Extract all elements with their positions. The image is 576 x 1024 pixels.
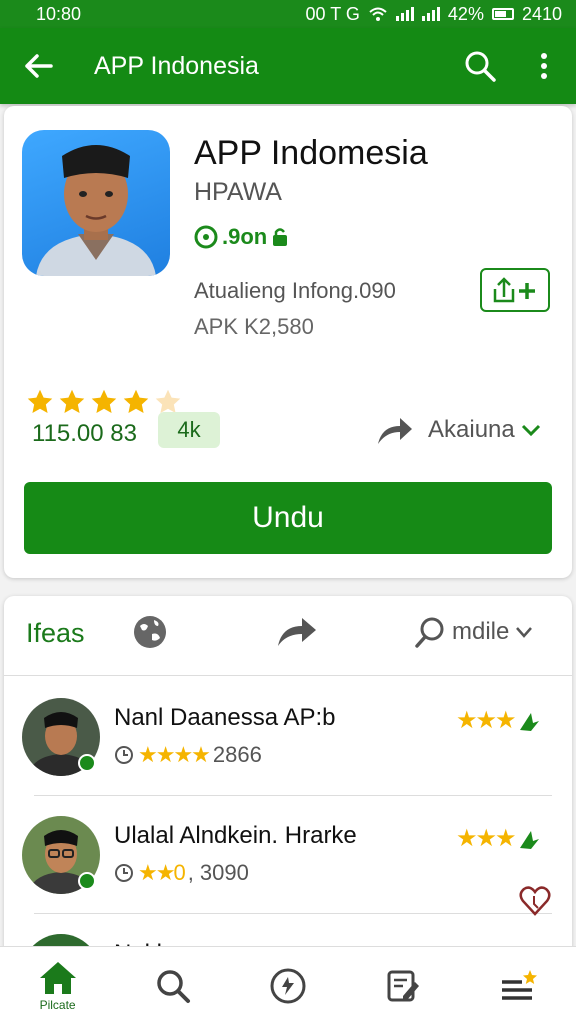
nav-search[interactable]: [115, 947, 230, 1024]
clock-icon: [115, 746, 133, 764]
edit-note-icon: [387, 970, 420, 1001]
network-indicators: 00 T G: [305, 3, 360, 24]
status-bar: 10:80 00 T G 42% 2410: [0, 0, 576, 28]
battery-percent: 42%: [447, 3, 484, 24]
reviewer-name: Ulalal Alndkein. Hrarke: [114, 822, 357, 849]
add-shortcut-button[interactable]: [480, 268, 550, 312]
globe-icon[interactable]: [132, 614, 168, 650]
downloads-pill: 4k: [158, 412, 220, 448]
menu-star-icon: [502, 969, 538, 1000]
person-portrait-icon: [36, 145, 156, 276]
review-count: , 3090: [187, 860, 249, 885]
battery-icon: [491, 8, 514, 20]
app-icon: [22, 130, 170, 276]
home-icon: [39, 961, 76, 994]
online-badge: [78, 872, 96, 890]
star-full-icon: [27, 389, 53, 413]
nav-home-label: Pilcate: [39, 997, 76, 1012]
back-button[interactable]: [0, 28, 76, 104]
rating-summary: 115.00 83: [32, 420, 137, 448]
more-dropdown[interactable]: Akaiuna: [428, 416, 541, 444]
status-extra: 2410: [521, 3, 562, 24]
clock-icon: [115, 864, 133, 882]
star-full-icon: [59, 389, 85, 413]
reviews-title[interactable]: Ifeas: [26, 618, 85, 649]
search-icon: [157, 969, 190, 1003]
share-icon[interactable]: [374, 412, 414, 448]
review-stars: ★★★: [456, 706, 541, 735]
online-badge: [78, 754, 96, 772]
nav-updates[interactable]: [230, 947, 345, 1024]
reviewer-name: Nanl Daanessa AP:b: [114, 704, 336, 731]
chevron-down-icon: [516, 627, 533, 638]
sort-label: mdile: [452, 618, 510, 645]
search-button[interactable]: [448, 28, 512, 104]
signal-icon-2: [421, 7, 440, 21]
app-name: APP Indomesia: [194, 134, 428, 172]
badge-text: .9on: [222, 224, 268, 249]
star-full-icon: [123, 389, 149, 413]
status-indicators: 00 T G 42% 2410: [306, 4, 562, 25]
thumb-up-icon[interactable]: [517, 709, 541, 733]
search-icon: [465, 51, 496, 82]
app-bar-title: APP Indonesia: [94, 51, 259, 80]
review-stars: ★★★: [456, 824, 541, 853]
install-button[interactable]: Undu: [24, 482, 552, 554]
share-plus-icon: [493, 277, 535, 303]
lock-icon: [273, 228, 288, 246]
more-vert-icon: [541, 53, 547, 79]
signal-icon: [395, 7, 414, 21]
overflow-menu-button[interactable]: [512, 28, 576, 104]
status-time: 10:80: [36, 3, 82, 24]
review-meta: ★★0 , 3090: [114, 860, 249, 886]
reviews-card: Ifeas mdile Nanl Daanessa AP:b ★★★★ 2866…: [4, 596, 572, 956]
arrow-left-icon: [25, 54, 53, 78]
developer-name[interactable]: HPAWA: [194, 178, 282, 207]
app-meta-info: Atualieng Infong.090: [194, 278, 396, 303]
review-stars-small: ★★0: [138, 860, 186, 885]
check-circle-icon: [194, 225, 218, 249]
star-full-icon: [91, 389, 117, 413]
review-item[interactable]: Ulalal Alndkein. Hrarke ★★0 , 3090 ★★★: [4, 796, 572, 914]
more-label-text: Akaiuna: [428, 416, 515, 443]
bottom-navigation: Pilcate: [0, 946, 576, 1024]
review-stars-small: ★★★★: [138, 742, 211, 767]
review-count: 2866: [212, 742, 262, 767]
nav-library[interactable]: [346, 947, 461, 1024]
heart-icon[interactable]: [518, 884, 552, 918]
app-badge: .9on: [194, 224, 289, 250]
rating-value: 115.00: [32, 420, 104, 447]
review-meta: ★★★★ 2866: [114, 742, 262, 768]
sort-filter[interactable]: mdile: [414, 616, 533, 648]
app-info-card: APP Indomesia HPAWA .9on Atualieng Infon…: [4, 106, 572, 578]
wifi-icon: [369, 7, 387, 21]
app-size: APK K2,580: [194, 314, 314, 339]
app-bar: APP Indonesia: [0, 28, 576, 104]
nav-menu[interactable]: [461, 947, 576, 1024]
rating-count: 83: [110, 420, 137, 447]
nav-home[interactable]: Pilcate: [0, 947, 115, 1024]
chevron-down-icon: [521, 424, 540, 437]
search-icon: [415, 617, 444, 648]
share-icon[interactable]: [274, 614, 318, 650]
update-circle-icon: [270, 968, 306, 1003]
thumb-up-icon[interactable]: [517, 827, 541, 851]
rating-stars: [26, 388, 182, 416]
review-item[interactable]: Nanl Daanessa AP:b ★★★★ 2866 ★★★: [4, 678, 572, 796]
reviews-header: Ifeas mdile: [4, 596, 572, 676]
